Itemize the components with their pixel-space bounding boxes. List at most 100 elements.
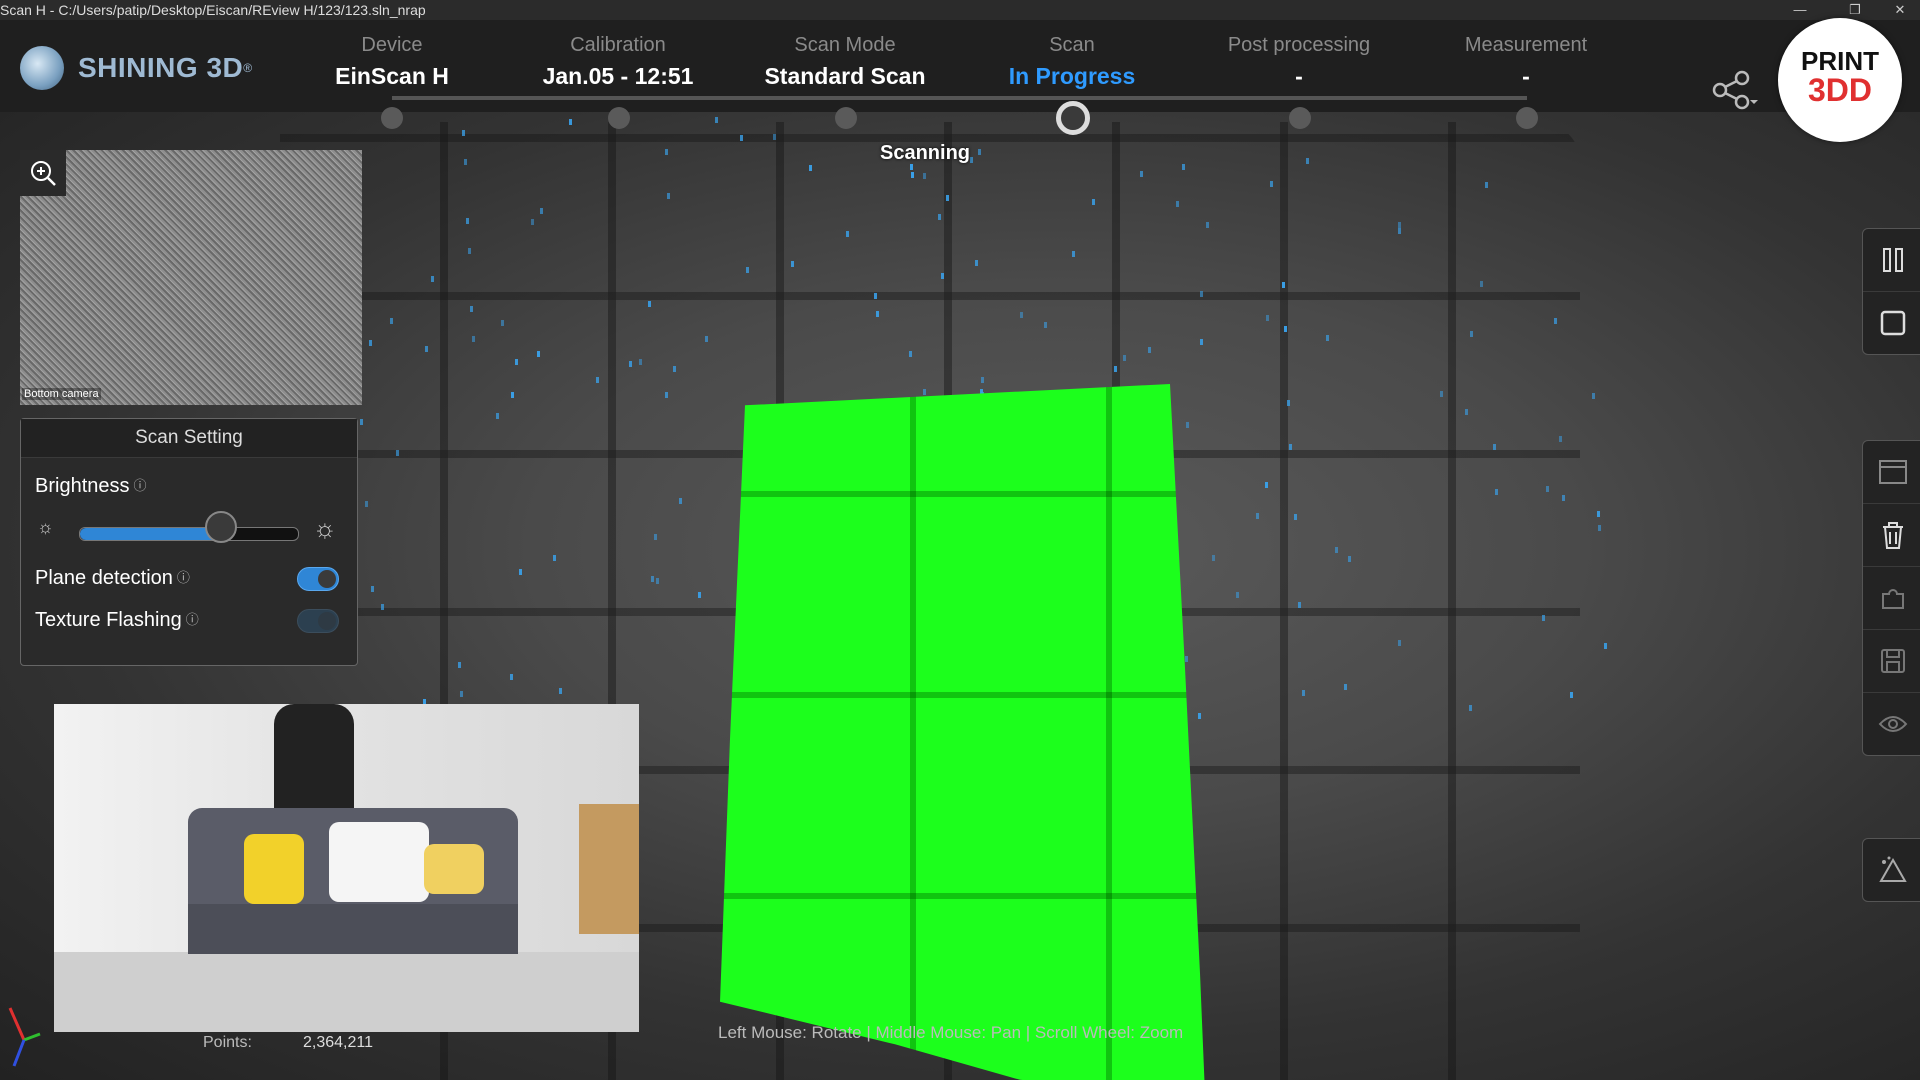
texture-flashing-toggle[interactable] bbox=[297, 609, 339, 633]
step-dot-measurement[interactable] bbox=[1516, 107, 1538, 129]
info-icon[interactable]: ⓘ bbox=[186, 612, 199, 627]
point-speck bbox=[714, 117, 718, 124]
point-speck bbox=[673, 366, 677, 373]
video-pillow-yellow bbox=[424, 844, 484, 894]
step-label: Measurement bbox=[1464, 34, 1588, 56]
point-speck bbox=[553, 555, 557, 562]
point-speck bbox=[938, 214, 942, 221]
zoom-in-icon bbox=[31, 161, 56, 186]
restore-button[interactable]: ❐ bbox=[1835, 0, 1875, 20]
texture-flashing-row: Texture Flashing ⓘ bbox=[35, 609, 199, 632]
badge-line1: PRINT bbox=[1801, 46, 1879, 76]
point-speck bbox=[980, 377, 984, 384]
point-speck bbox=[1592, 393, 1596, 400]
step-calibration[interactable]: Calibration Jan.05 - 12:51 bbox=[508, 34, 728, 90]
step-measurement[interactable]: Measurement - bbox=[1416, 34, 1636, 90]
point-speck bbox=[1480, 280, 1484, 287]
point-speck bbox=[647, 300, 651, 307]
zoom-in-button[interactable] bbox=[20, 150, 66, 196]
window-button[interactable] bbox=[1863, 441, 1920, 504]
pause-button[interactable] bbox=[1863, 229, 1920, 292]
point-speck bbox=[1270, 181, 1274, 187]
step-label: Calibration bbox=[570, 34, 666, 56]
point-speck bbox=[1186, 421, 1190, 428]
texture-flashing-label: Texture Flashing bbox=[35, 609, 182, 631]
point-speck bbox=[1122, 355, 1126, 362]
point-speck bbox=[568, 118, 572, 125]
point-speck bbox=[370, 585, 374, 592]
point-speck bbox=[466, 218, 470, 225]
point-speck bbox=[510, 392, 514, 399]
brightness-slider-fill bbox=[80, 528, 222, 540]
delete-button[interactable] bbox=[1863, 504, 1920, 567]
point-speck bbox=[651, 575, 655, 582]
toggle-knob bbox=[318, 612, 336, 630]
current-scan-patch bbox=[720, 384, 1205, 1080]
share-icon[interactable] bbox=[1712, 70, 1758, 112]
view-button[interactable] bbox=[1863, 693, 1920, 755]
point-speck bbox=[653, 533, 657, 540]
logo-registered: ® bbox=[243, 61, 253, 75]
point-speck bbox=[1553, 318, 1557, 325]
point-speck bbox=[639, 358, 643, 365]
point-speck bbox=[539, 208, 543, 215]
plane-detection-label: Plane detection bbox=[35, 567, 173, 589]
step-scan-mode[interactable]: Scan Mode Standard Scan bbox=[735, 34, 955, 90]
point-speck bbox=[1211, 555, 1215, 562]
step-label: Scan bbox=[1049, 34, 1095, 56]
point-speck bbox=[809, 164, 813, 171]
step-dot-device[interactable] bbox=[381, 107, 403, 129]
brightness-high-icon: ☼ bbox=[313, 513, 337, 543]
step-device[interactable]: Device EinScan H bbox=[282, 34, 502, 90]
info-icon[interactable]: ⓘ bbox=[134, 478, 147, 493]
point-speck bbox=[740, 135, 744, 142]
video-sofa-seat bbox=[188, 904, 518, 954]
point-speck bbox=[1397, 227, 1401, 234]
puzzle-button[interactable] bbox=[1863, 567, 1920, 630]
point-speck bbox=[1281, 282, 1285, 289]
step-post-processing[interactable]: Post processing - bbox=[1189, 34, 1409, 90]
point-speck bbox=[458, 661, 462, 668]
point-speck bbox=[1199, 291, 1203, 298]
step-label: Post processing bbox=[1227, 34, 1371, 56]
point-speck bbox=[746, 267, 750, 274]
minimize-button[interactable]: — bbox=[1780, 0, 1820, 20]
point-speck bbox=[510, 674, 514, 681]
scanning-status: Scanning bbox=[880, 142, 971, 164]
plane-detection-toggle[interactable] bbox=[297, 567, 339, 591]
close-button[interactable]: ✕ bbox=[1880, 0, 1920, 20]
point-speck bbox=[471, 335, 475, 342]
point-speck bbox=[1347, 555, 1351, 562]
step-scan[interactable]: Scan In Progress bbox=[962, 34, 1182, 90]
point-speck bbox=[773, 134, 777, 141]
point-speck bbox=[1468, 704, 1472, 711]
step-dot-scan-mode[interactable] bbox=[835, 107, 857, 129]
point-speck bbox=[1598, 525, 1602, 532]
brightness-slider-thumb[interactable] bbox=[204, 511, 237, 543]
step-dot-scan[interactable] bbox=[1056, 101, 1090, 135]
point-speck bbox=[360, 419, 364, 426]
point-speck bbox=[1185, 656, 1189, 663]
point-speck bbox=[705, 335, 709, 342]
point-speck bbox=[1176, 201, 1180, 208]
mesh-button[interactable] bbox=[1863, 839, 1920, 901]
step-value: Standard Scan bbox=[764, 63, 926, 89]
point-speck bbox=[1470, 330, 1474, 337]
point-speck bbox=[1562, 494, 1566, 501]
point-speck bbox=[846, 231, 850, 238]
scan-setting-panel: Scan Setting Brightness ⓘ ☼ ☼ Plane detec… bbox=[20, 418, 358, 666]
stop-button[interactable] bbox=[1863, 292, 1920, 354]
window-title: Scan H - C:/Users/patip/Desktop/Eiscan/R… bbox=[0, 2, 426, 18]
step-dot-calibration[interactable] bbox=[608, 107, 630, 129]
point-speck bbox=[424, 345, 428, 352]
trash-icon bbox=[1883, 522, 1903, 549]
step-dot-post-processing[interactable] bbox=[1289, 107, 1311, 129]
point-speck bbox=[1199, 338, 1203, 345]
point-speck bbox=[1302, 690, 1306, 697]
point-speck bbox=[1439, 390, 1443, 397]
brightness-slider[interactable] bbox=[79, 527, 299, 541]
info-icon[interactable]: ⓘ bbox=[177, 570, 190, 585]
step-value: In Progress bbox=[1008, 63, 1136, 89]
save-button[interactable] bbox=[1863, 630, 1920, 693]
point-speck bbox=[1326, 335, 1330, 342]
